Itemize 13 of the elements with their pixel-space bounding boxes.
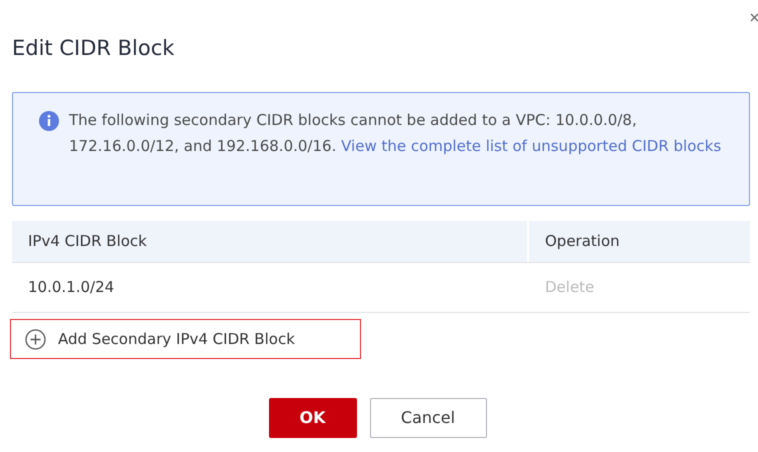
plus-circle-icon bbox=[25, 328, 46, 350]
column-header: Operation bbox=[544, 231, 621, 252]
table-cell-text: 10.0.1.0/24 bbox=[28, 277, 114, 298]
add-cidr-button[interactable]: Add Secondary IPv4 CIDR Block bbox=[10, 319, 361, 359]
unsupported-list-link[interactable]: View the complete list of unsupported bbox=[341, 137, 628, 155]
close-icon[interactable] bbox=[750, 12, 758, 24]
notice-text: The following secondary CIDR blocks cannot be added to a VPC: 10.0.0.0/8, 172.16.0.0/12, and 192.168.0.0/16. View the complete list of unsupported CIDR blocks bbox=[69, 110, 722, 157]
info-icon bbox=[39, 111, 59, 131]
unsupported-list-link[interactable]: CIDR blocks bbox=[632, 137, 722, 155]
dialog-title: Edit CIDR Block bbox=[12, 35, 176, 62]
cancel-button[interactable]: Cancel bbox=[370, 398, 486, 438]
ok-button[interactable]: OK bbox=[268, 398, 356, 438]
column-header: IPv4 CIDR Block bbox=[12, 221, 529, 262]
